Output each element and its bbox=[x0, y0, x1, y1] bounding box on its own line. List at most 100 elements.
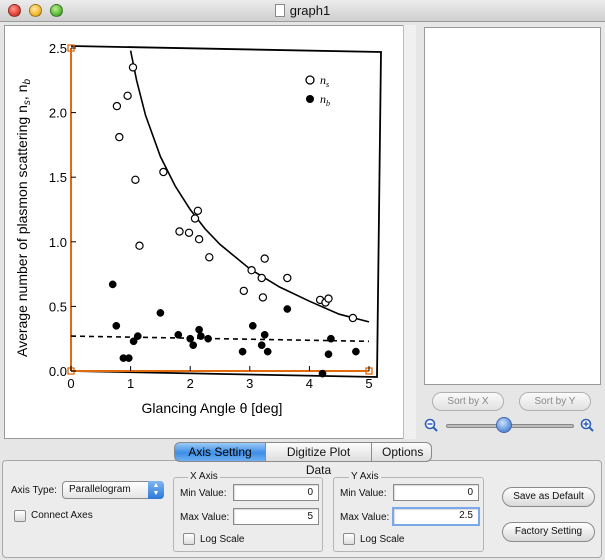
legend-ns-marker bbox=[305, 75, 315, 85]
x-tick-label: 4 bbox=[306, 376, 313, 391]
y-axis-label: Average number of plasmon scattering ns,… bbox=[14, 79, 33, 357]
data-point-ns bbox=[123, 91, 132, 101]
data-point-nb bbox=[124, 354, 133, 362]
data-point-ns bbox=[348, 313, 358, 323]
data-point-ns bbox=[115, 132, 124, 142]
connect-axes-label: Connect Axes bbox=[31, 510, 93, 521]
data-point-nb bbox=[324, 350, 333, 359]
data-point-ns bbox=[131, 175, 140, 184]
data-point-ns bbox=[135, 241, 144, 250]
window-title-area: graph1 bbox=[0, 3, 605, 18]
data-point-nb bbox=[133, 332, 142, 340]
y-min-label: Min Value: bbox=[340, 488, 387, 499]
save-as-default-button[interactable]: Save as Default bbox=[502, 487, 595, 507]
x-max-label: Max Value: bbox=[180, 512, 230, 523]
x-log-scale-label: Log Scale bbox=[200, 534, 245, 545]
x-axis-label: Glancing Angle θ [deg] bbox=[142, 400, 283, 416]
fit-curve-nb bbox=[70, 335, 370, 343]
data-point-ns bbox=[194, 234, 204, 244]
data-point-ns bbox=[247, 265, 256, 275]
data-point-nb bbox=[327, 334, 335, 343]
window-titlebar: graph1 bbox=[0, 0, 605, 22]
x-axis-group-title: X Axis bbox=[188, 471, 220, 482]
data-point-nb bbox=[248, 321, 257, 330]
legend-nb-label: nb bbox=[320, 92, 330, 108]
data-point-ns bbox=[184, 228, 194, 237]
tab-axis-setting[interactable]: Axis Setting bbox=[174, 442, 266, 462]
data-point-ns bbox=[205, 253, 214, 262]
data-point-ns bbox=[239, 286, 248, 296]
x-min-field[interactable]: 0 bbox=[233, 484, 319, 501]
tab-digitize-plot-data[interactable]: Digitize Plot Data bbox=[266, 442, 372, 477]
scanned-plot[interactable]: 0 1 2 3 4 5 0.0 0.5 1.0 1.5 2.0 2.5 Glancing Angle … bbox=[5, 26, 405, 438]
data-point-nb bbox=[260, 330, 269, 339]
y-tick-label: 2.5 bbox=[49, 41, 67, 56]
data-point-ns bbox=[260, 254, 269, 263]
y-axis-group-title: Y Axis bbox=[349, 471, 381, 482]
tab-options[interactable]: Options bbox=[372, 442, 432, 462]
x-log-scale-checkbox[interactable] bbox=[183, 533, 195, 545]
window-title: graph1 bbox=[289, 3, 331, 18]
axis-type-popup[interactable]: Parallelogram ▲ ▼ bbox=[62, 481, 164, 499]
y-tick-label: 1.5 bbox=[49, 170, 67, 185]
data-point-nb bbox=[204, 334, 212, 343]
data-point-ns bbox=[175, 227, 184, 236]
x-tick-label: 3 bbox=[246, 376, 253, 391]
data-point-nb bbox=[186, 334, 195, 343]
data-point-ns bbox=[159, 167, 168, 177]
y-tick-label: 0.0 bbox=[49, 364, 67, 379]
data-point-ns bbox=[112, 101, 122, 111]
data-point-ns bbox=[190, 214, 200, 223]
data-point-ns bbox=[257, 273, 266, 283]
y-tick-label: 1.0 bbox=[49, 235, 67, 250]
data-points bbox=[108, 63, 360, 378]
data-point-ns bbox=[324, 294, 333, 303]
sort-by-y-button[interactable]: Sort by Y bbox=[519, 392, 591, 411]
data-point-ns bbox=[128, 63, 138, 72]
data-point-nb bbox=[257, 341, 266, 350]
data-point-nb bbox=[156, 309, 165, 317]
data-point-nb bbox=[352, 347, 360, 356]
x-tick-label: 0 bbox=[67, 376, 74, 391]
y-log-scale-checkbox[interactable] bbox=[343, 533, 355, 545]
settings-tabs: Axis Setting Digitize Plot Data Options bbox=[174, 442, 432, 477]
x-tick-label: 5 bbox=[365, 376, 372, 391]
data-point-nb bbox=[195, 325, 203, 334]
data-point-nb bbox=[283, 305, 292, 313]
data-point-ns bbox=[193, 206, 203, 215]
axis-type-value: Parallelogram bbox=[69, 484, 131, 495]
plot-image-pane[interactable]: 0 1 2 3 4 5 0.0 0.5 1.0 1.5 2.0 2.5 Glancing Angle … bbox=[4, 25, 416, 439]
data-point-nb bbox=[112, 321, 121, 330]
legend-nb-marker bbox=[306, 95, 314, 103]
data-point-nb bbox=[263, 347, 272, 356]
y-max-field[interactable]: 2.5 bbox=[392, 507, 480, 526]
data-point-ns bbox=[283, 273, 292, 283]
y-tick-label: 0.5 bbox=[49, 299, 67, 314]
connect-axes-checkbox[interactable] bbox=[14, 510, 26, 522]
zoom-out-icon[interactable] bbox=[424, 418, 438, 432]
plot-vertical-scrollbar[interactable] bbox=[403, 25, 416, 439]
legend-ns-label: ns bbox=[320, 73, 329, 89]
x-tick-label: 2 bbox=[187, 376, 194, 391]
sort-by-x-button[interactable]: Sort by X bbox=[432, 392, 504, 411]
digitized-points-list[interactable] bbox=[424, 27, 601, 385]
data-point-nb bbox=[238, 347, 247, 356]
factory-setting-button[interactable]: Factory Setting bbox=[502, 522, 595, 542]
data-point-nb bbox=[197, 332, 205, 340]
zoom-slider-knob[interactable] bbox=[496, 417, 512, 433]
x-max-field[interactable]: 5 bbox=[233, 508, 319, 525]
document-icon bbox=[274, 4, 285, 17]
popup-arrows-icon: ▲ ▼ bbox=[148, 481, 164, 499]
y-max-label: Max Value: bbox=[340, 512, 390, 523]
data-point-nb bbox=[174, 330, 183, 339]
y-log-scale-label: Log Scale bbox=[360, 534, 405, 545]
y-tick-label: 2.0 bbox=[49, 106, 67, 121]
axis-type-label: Axis Type: bbox=[11, 485, 57, 496]
data-point-nb bbox=[318, 369, 327, 378]
data-point-ns bbox=[258, 293, 268, 302]
zoom-in-icon[interactable] bbox=[580, 418, 596, 432]
x-min-label: Min Value: bbox=[180, 488, 227, 499]
legend: ns nb bbox=[305, 73, 330, 108]
x-tick-label: 1 bbox=[127, 376, 134, 391]
y-min-field[interactable]: 0 bbox=[393, 484, 479, 501]
